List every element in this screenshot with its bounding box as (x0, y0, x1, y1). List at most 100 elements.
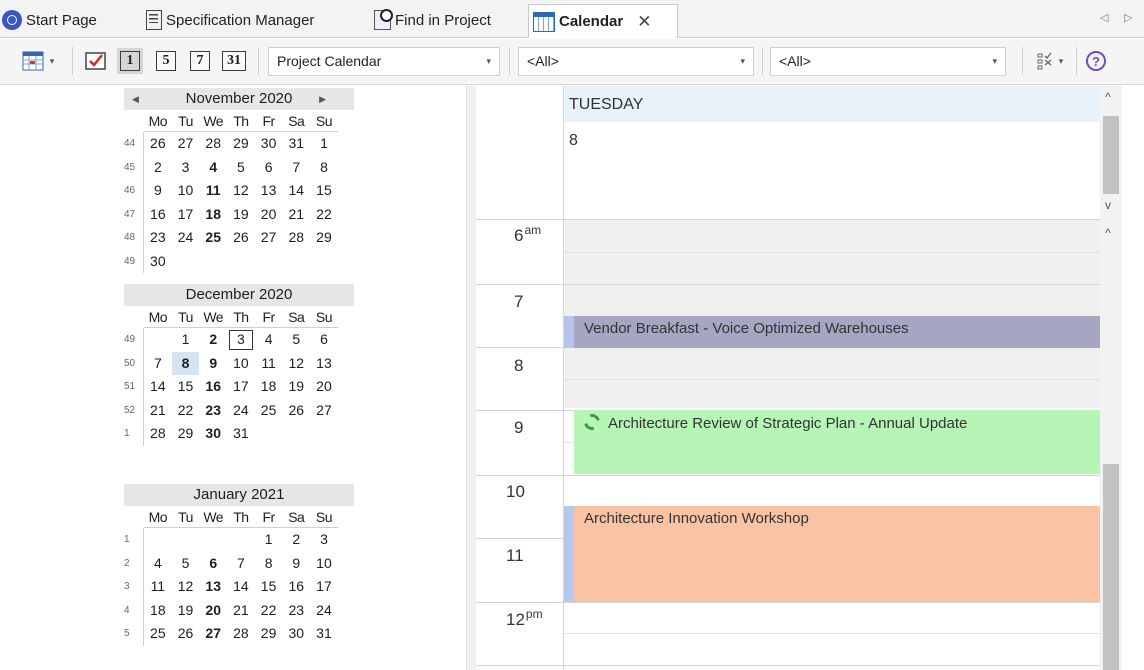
day-cell[interactable]: 4 (255, 328, 283, 352)
day-cell[interactable]: 20 (199, 599, 227, 623)
day-cell[interactable]: 17 (310, 575, 338, 599)
day-cell[interactable]: 14 (227, 575, 255, 599)
day-cell[interactable]: 24 (227, 399, 255, 423)
day-cell[interactable]: 26 (172, 622, 200, 646)
day-cell[interactable]: 31 (310, 622, 338, 646)
day-cell[interactable]: 30 (144, 250, 172, 274)
day-cell[interactable]: 24 (310, 599, 338, 623)
day-cell[interactable]: 16 (199, 375, 227, 399)
day-cell[interactable]: 25 (144, 622, 172, 646)
day-cell[interactable]: 11 (255, 352, 283, 376)
next-month-icon[interactable]: ▶ (319, 88, 326, 110)
day-cell[interactable]: 26 (227, 226, 255, 250)
day-cell[interactable]: 11 (144, 575, 172, 599)
day-cell[interactable]: 26 (144, 132, 172, 156)
day-cell[interactable]: 10 (227, 352, 255, 376)
day-cell[interactable] (144, 528, 172, 552)
day-cell[interactable]: 1 (255, 528, 283, 552)
day-cell[interactable]: 21 (227, 599, 255, 623)
day-cell[interactable]: 7 (144, 352, 172, 376)
day-cell[interactable]: 19 (172, 599, 200, 623)
day-cell[interactable]: 5 (172, 552, 200, 576)
scroll-up-icon[interactable]: ^ (1105, 226, 1111, 240)
tab-scroll-right-icon[interactable]: ▷ (1124, 11, 1132, 24)
day-cell[interactable]: 16 (282, 575, 310, 599)
calendar-event[interactable]: Vendor Breakfast - Voice Optimized Wareh… (564, 316, 1114, 348)
close-tab-icon[interactable]: ✕ (637, 12, 651, 32)
day-cell[interactable]: 21 (144, 399, 172, 423)
day-cell[interactable]: 23 (282, 599, 310, 623)
day-cell[interactable]: 19 (282, 375, 310, 399)
calendar-select[interactable]: Project Calendar ▾ (268, 47, 500, 76)
day-cell[interactable]: 29 (227, 132, 255, 156)
timeline-scroll-thumb[interactable] (1103, 464, 1119, 670)
filter-select-2[interactable]: <All> ▾ (770, 47, 1006, 76)
day-cell[interactable]: 9 (144, 179, 172, 203)
day-cell[interactable]: 22 (255, 599, 283, 623)
day-cell[interactable]: 18 (255, 375, 283, 399)
day-cell[interactable]: 3 (172, 156, 200, 180)
day-cell[interactable]: 28 (227, 622, 255, 646)
day-cell[interactable]: 4 (199, 156, 227, 180)
day-cell[interactable]: 13 (310, 352, 338, 376)
day-cell[interactable]: 2 (199, 328, 227, 352)
day-cell[interactable]: 12 (227, 179, 255, 203)
day-cell[interactable]: 9 (282, 552, 310, 576)
day-cell[interactable]: 31 (227, 422, 255, 446)
day-cell[interactable]: 12 (282, 352, 310, 376)
day-cell[interactable]: 28 (144, 422, 172, 446)
day-cell[interactable]: 5 (282, 328, 310, 352)
day-cell[interactable]: 13 (199, 575, 227, 599)
task-view-button[interactable] (82, 49, 110, 73)
day-cell[interactable]: 12 (172, 575, 200, 599)
day-cell[interactable]: 14 (282, 179, 310, 203)
day-cell[interactable]: 29 (255, 622, 283, 646)
tab-scroll-left-icon[interactable]: ◁ (1100, 11, 1108, 24)
day-cell[interactable]: 18 (199, 203, 227, 227)
day-cell[interactable]: 23 (199, 399, 227, 423)
day-cell[interactable]: 20 (310, 375, 338, 399)
day-cell[interactable]: 1 (172, 328, 200, 352)
day-view-button[interactable]: 1 (116, 48, 144, 74)
day-cell[interactable]: 30 (255, 132, 283, 156)
day-cell[interactable]: 20 (255, 203, 283, 227)
day-cell[interactable]: 16 (144, 203, 172, 227)
day-cell[interactable] (199, 528, 227, 552)
week-view-button[interactable]: 7 (186, 49, 214, 73)
all-day-scroll-thumb[interactable] (1103, 116, 1119, 194)
day-cell[interactable]: 15 (255, 575, 283, 599)
day-cell[interactable]: 19 (227, 203, 255, 227)
day-cell[interactable]: 6 (310, 328, 338, 352)
day-cell[interactable]: 11 (199, 179, 227, 203)
scroll-down-icon[interactable]: v (1105, 198, 1111, 212)
work-week-view-button[interactable]: 5 (152, 49, 180, 73)
calendar-event[interactable]: Architecture Innovation Workshop (564, 506, 1114, 602)
scroll-up-icon[interactable]: ^ (1105, 90, 1111, 104)
day-cell[interactable]: 9 (199, 352, 227, 376)
day-cell[interactable] (172, 528, 200, 552)
day-cell[interactable]: 27 (310, 399, 338, 423)
day-cell[interactable]: 17 (227, 375, 255, 399)
day-cell[interactable]: 31 (282, 132, 310, 156)
help-button[interactable]: ? (1084, 49, 1108, 73)
day-cell[interactable]: 27 (255, 226, 283, 250)
tab-start-page[interactable]: Start Page (2, 4, 97, 36)
day-cell[interactable]: 17 (172, 203, 200, 227)
day-cell[interactable]: 2 (144, 156, 172, 180)
day-cell[interactable]: 28 (199, 132, 227, 156)
day-cell[interactable]: 21 (282, 203, 310, 227)
day-cell[interactable]: 1 (310, 132, 338, 156)
vertical-scrollbar[interactable]: ^ v ^ (1100, 86, 1122, 670)
day-cell[interactable] (227, 528, 255, 552)
pane-splitter[interactable] (466, 86, 476, 670)
day-cell[interactable]: 3 (310, 528, 338, 552)
calendar-options-button[interactable]: ▾ (14, 49, 62, 73)
day-cell[interactable]: 25 (255, 399, 283, 423)
day-cell[interactable]: 30 (282, 622, 310, 646)
day-cell[interactable]: 7 (282, 156, 310, 180)
day-cell[interactable]: 13 (255, 179, 283, 203)
day-cell[interactable]: 15 (172, 375, 200, 399)
day-cell[interactable]: 5 (227, 156, 255, 180)
tab-specification-manager[interactable]: Specification Manager (146, 4, 314, 36)
tab-find-in-project[interactable]: Find in Project (374, 4, 491, 36)
